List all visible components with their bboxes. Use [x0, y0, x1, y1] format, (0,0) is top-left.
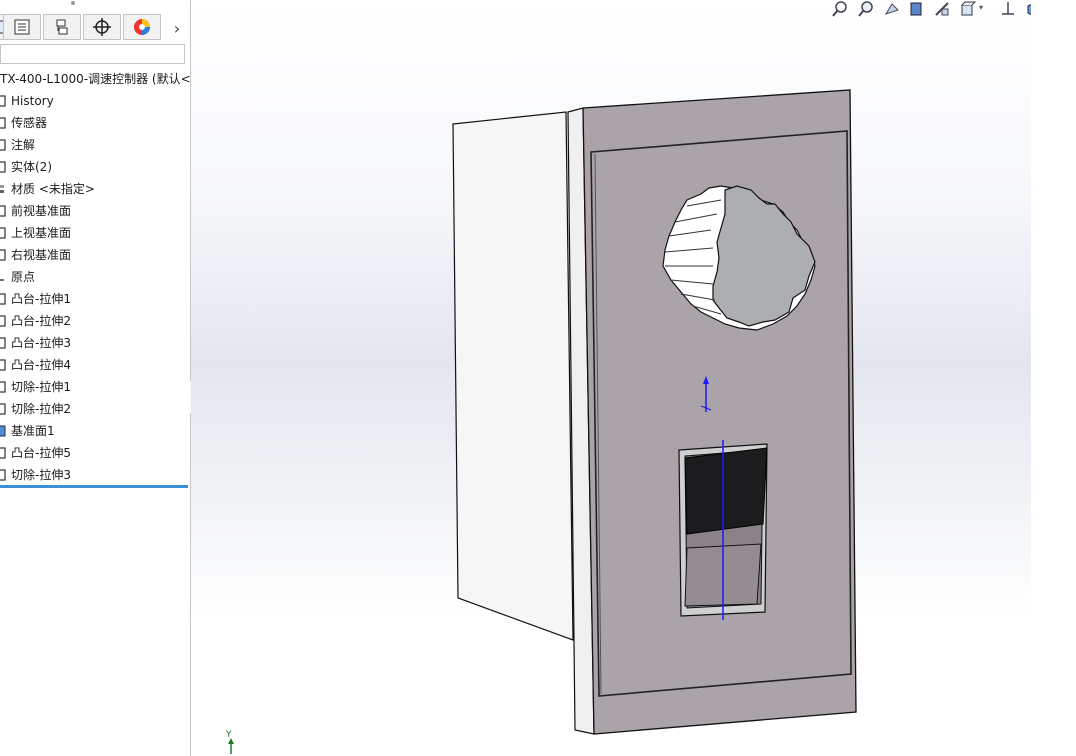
tree-item-label: History: [11, 94, 54, 108]
display-style-icon[interactable]: [999, 0, 1017, 18]
panel-tab-bar: ›: [0, 12, 190, 42]
tree-item[interactable]: 上视基准面: [0, 222, 190, 244]
tree-item-label: 右视基准面: [11, 248, 72, 262]
zoom-to-fit-icon[interactable]: [831, 0, 849, 18]
tree-item-label: 凸台-拉伸3: [11, 336, 71, 350]
task-pane-strip: [1031, 0, 1076, 756]
previous-view-icon[interactable]: [883, 0, 901, 18]
tree-item[interactable]: 前视基准面: [0, 200, 190, 222]
origin-icon: [0, 279, 4, 281]
tree-item-label: 凸台-拉伸5: [11, 446, 71, 460]
boss-extrude-icon: [0, 315, 6, 327]
tree-item[interactable]: 切除-拉伸2: [0, 398, 190, 420]
part-root-label[interactable]: TX-400-L1000-调速控制器 (默认<: [0, 70, 190, 88]
zoom-area-icon[interactable]: [857, 0, 875, 18]
housing-side-face: [452, 111, 574, 641]
display-manager-icon[interactable]: [123, 14, 161, 40]
tree-item[interactable]: History: [0, 90, 190, 112]
tree-item[interactable]: 右视基准面: [0, 244, 190, 266]
tree-item-label: 材质 <未指定>: [11, 182, 95, 196]
tree-item[interactable]: 基准面1: [0, 420, 190, 442]
sensor-icon: [0, 117, 6, 129]
tree-item[interactable]: 凸台-拉伸3: [0, 332, 190, 354]
history-icon: [0, 95, 6, 107]
tree-item[interactable]: 切除-拉伸3: [0, 464, 190, 486]
tree-item-label: 凸台-拉伸4: [11, 358, 71, 372]
section-view-icon[interactable]: [907, 0, 925, 18]
property-manager-icon[interactable]: [3, 14, 41, 40]
graphics-viewport[interactable]: ▾ ▾ ▾: [191, 0, 1031, 756]
tree-item[interactable]: 凸台-拉伸4: [0, 354, 190, 376]
tree-item[interactable]: 凸台-拉伸5: [0, 442, 190, 464]
feature-tree: History 传感器注解实体(2) 材质 <未指定> 前视基准面上视基准面右视基准面…: [0, 90, 190, 486]
plane-icon: [0, 249, 6, 261]
view-orientation-icon[interactable]: [959, 0, 977, 18]
annotation-icon: [0, 139, 6, 151]
rocker-switch: [678, 440, 768, 620]
cut-extrude-icon: [0, 469, 6, 481]
view-orientation-dropdown-icon[interactable]: ▾: [979, 3, 985, 12]
feature-manager-panel: › TX-400-L1000-调速控制器 (默认< History 传感器注解实体…: [0, 0, 191, 756]
cut-extrude-icon: [0, 381, 6, 393]
chevron-right-icon[interactable]: ›: [168, 18, 186, 38]
tree-item[interactable]: 材质 <未指定>: [0, 178, 190, 200]
tree-item-label: 实体(2): [11, 160, 52, 174]
tree-item-label: 切除-拉伸2: [11, 402, 71, 416]
plane-icon: [0, 205, 6, 217]
heads-up-view-toolbar: ▾ ▾ ▾: [829, 0, 1031, 18]
dynamic-annotation-icon[interactable]: [933, 0, 951, 18]
tree-item[interactable]: 注解: [0, 134, 190, 156]
tree-item-label: 切除-拉伸1: [11, 380, 71, 394]
boss-extrude-icon: [0, 337, 6, 349]
cut-extrude-icon: [0, 403, 6, 415]
triad-y-label: Y: [226, 730, 232, 740]
tree-item-label: 注解: [11, 138, 36, 152]
dimxpert-icon[interactable]: [83, 14, 121, 40]
tree-item-label: 前视基准面: [11, 204, 72, 218]
tree-item-label: 凸台-拉伸1: [11, 292, 71, 306]
panel-grip-handle[interactable]: [70, 0, 76, 6]
tree-item[interactable]: 凸台-拉伸1: [0, 288, 190, 310]
rollback-bar[interactable]: [0, 485, 188, 488]
tree-item[interactable]: 实体(2): [0, 156, 190, 178]
tree-item-label: 凸台-拉伸2: [11, 314, 71, 328]
tree-item[interactable]: 切除-拉伸1: [0, 376, 190, 398]
tree-item-label: 上视基准面: [11, 226, 72, 240]
configuration-manager-icon[interactable]: [43, 14, 81, 40]
plane-icon: [0, 425, 6, 437]
solid-bodies-icon: [0, 161, 6, 173]
tree-item[interactable]: 原点: [0, 266, 190, 288]
plane-icon: [0, 227, 6, 239]
boss-extrude-icon: [0, 359, 6, 371]
material-icon: [0, 185, 4, 193]
switch-rocker-top: [684, 447, 768, 535]
tree-item-label: 原点: [11, 270, 36, 284]
tree-item[interactable]: 凸台-拉伸2: [0, 310, 190, 332]
model-view[interactable]: [191, 0, 1031, 756]
tree-item[interactable]: 传感器: [0, 112, 190, 134]
tree-filter-input[interactable]: [0, 44, 185, 64]
boss-extrude-icon: [0, 447, 6, 459]
tree-item-label: 传感器: [11, 116, 48, 130]
tree-item-label: 切除-拉伸3: [11, 468, 71, 482]
tree-item-label: 基准面1: [11, 424, 55, 438]
boss-extrude-icon: [0, 293, 6, 305]
